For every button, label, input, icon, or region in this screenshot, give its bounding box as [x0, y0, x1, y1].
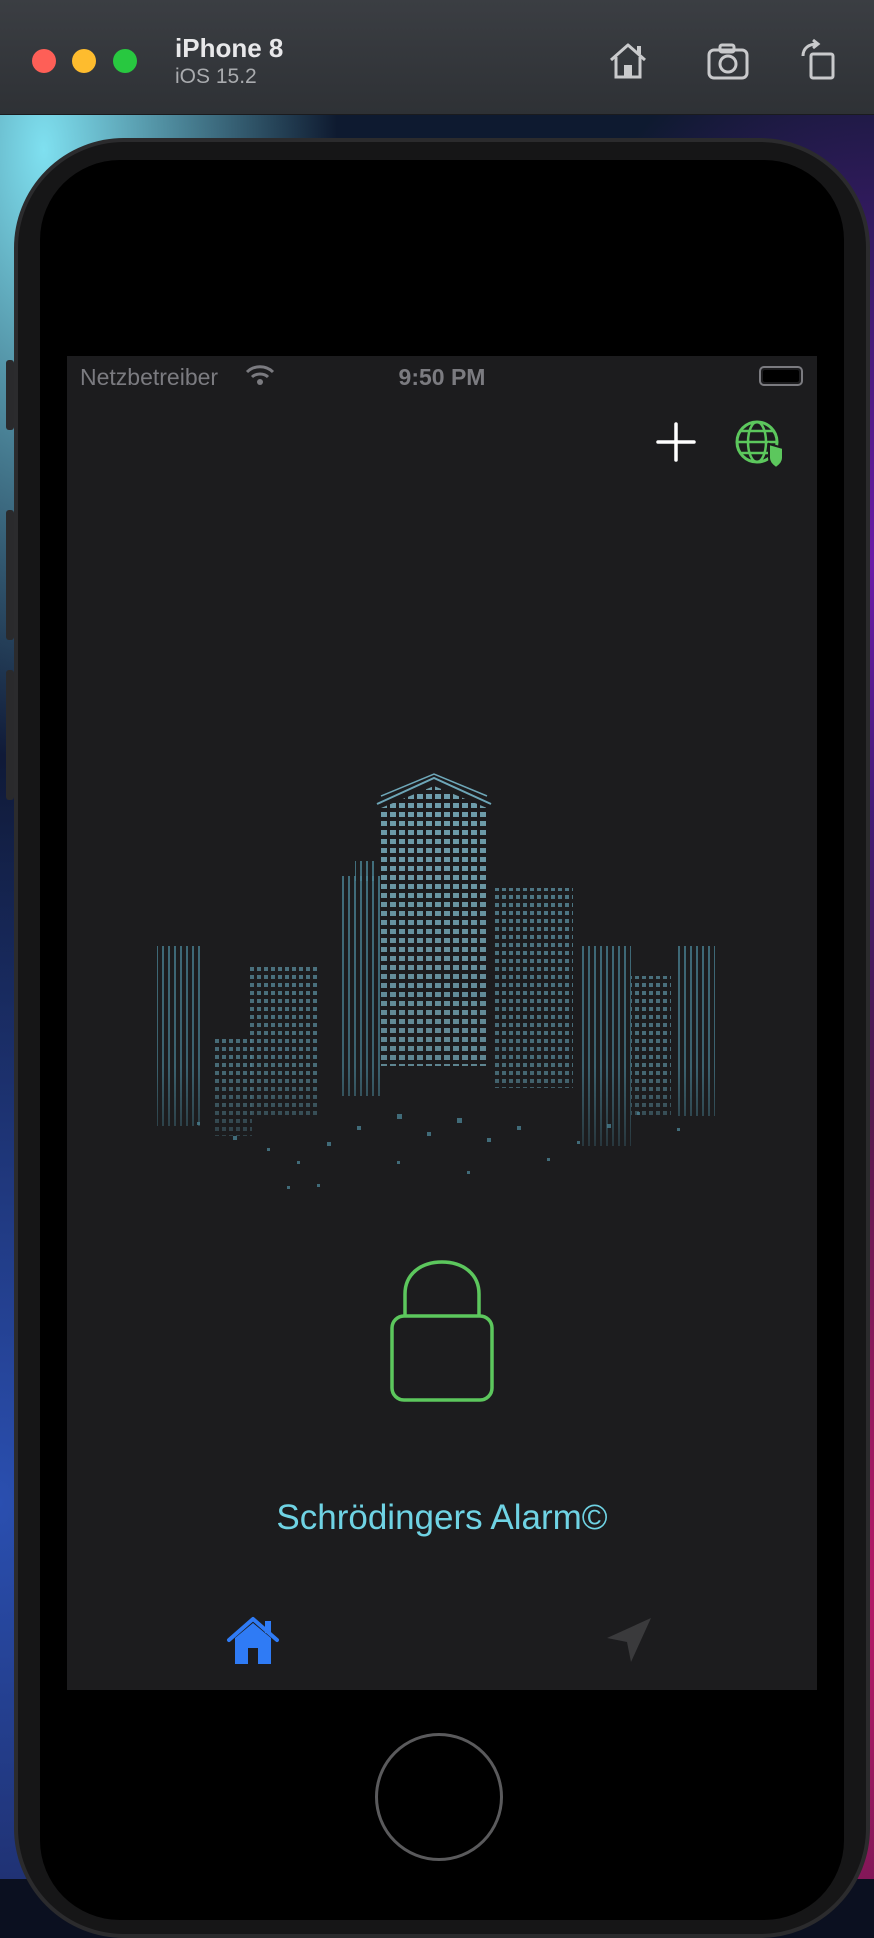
clock: 9:50 PM: [398, 364, 486, 390]
rotate-button[interactable]: [797, 38, 843, 84]
home-button-simulator[interactable]: [605, 38, 651, 84]
close-window-button[interactable]: [32, 49, 56, 73]
plus-icon[interactable]: [652, 418, 700, 466]
lock-icon: [390, 1260, 494, 1402]
os-version: iOS 15.2: [175, 65, 257, 88]
city-skyline-illustration: [157, 773, 715, 1189]
tab-bar: [67, 1592, 817, 1690]
location-arrow-icon[interactable]: [603, 1614, 655, 1666]
status-bar: Netzbetreiber 9:50 PM: [67, 356, 817, 396]
mute-switch: [6, 360, 14, 430]
volume-down-button: [6, 670, 14, 800]
rotate-icon: [801, 38, 835, 80]
app-title: Schrödingers Alarm©: [276, 1498, 608, 1537]
phone-screen: Netzbetreiber 9:50 PM Schrödingers Alarm…: [67, 356, 817, 1690]
device-name: iPhone 8: [175, 33, 284, 63]
battery-icon: [759, 366, 803, 386]
home-icon: [610, 43, 646, 79]
simulator-title-bar: iPhone 8 iOS 15.2: [0, 0, 874, 115]
screenshot-camera-icon: [707, 43, 749, 80]
zoom-window-button[interactable]: [113, 49, 137, 73]
globe-shield-icon[interactable]: [733, 416, 789, 472]
house-icon[interactable]: [225, 1614, 281, 1668]
screenshot-button[interactable]: [705, 38, 751, 84]
minimize-window-button[interactable]: [72, 49, 96, 73]
volume-up-button: [6, 510, 14, 640]
phone-home-button[interactable]: [375, 1733, 503, 1861]
